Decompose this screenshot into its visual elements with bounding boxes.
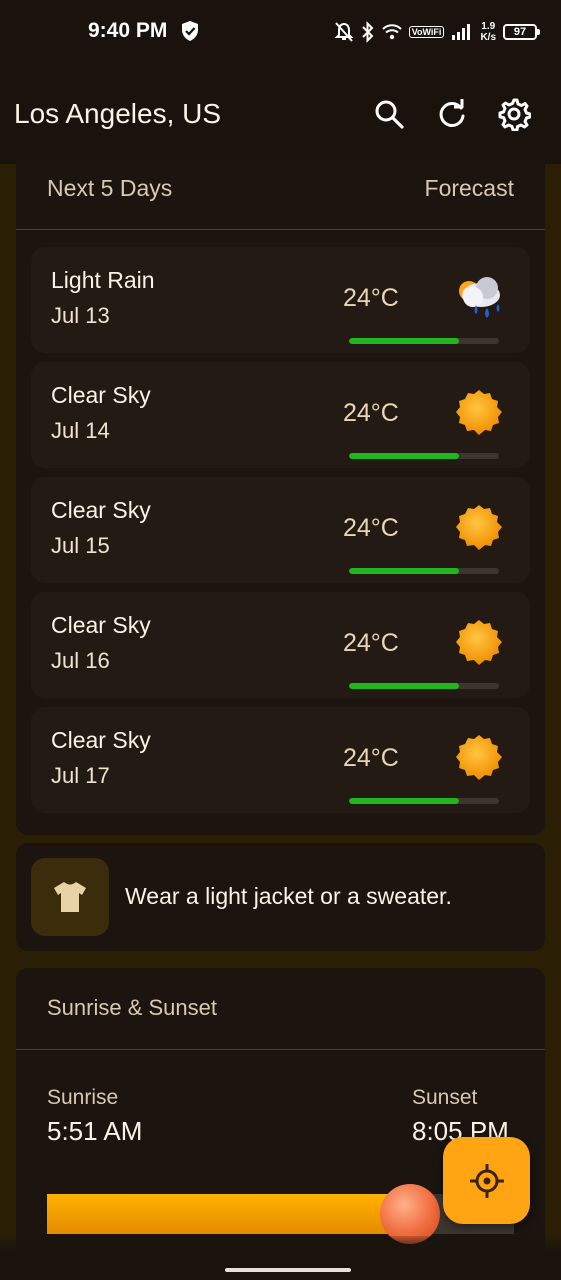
day-condition: Clear Sky (51, 382, 151, 408)
net-speed-value: 1.9 (481, 21, 496, 32)
day-date: Jul 15 (51, 533, 110, 558)
current-location-button[interactable] (443, 1137, 530, 1224)
day-temperature: 24°C (343, 744, 399, 772)
city-title: Los Angeles, US (14, 98, 222, 129)
sunset-label: Sunset (412, 1086, 478, 1109)
forecast-day-row[interactable]: Clear Sky Jul 14 24°C (31, 362, 530, 468)
refresh-button[interactable] (434, 96, 470, 132)
temperature-bar-fill (349, 338, 459, 344)
net-speed-unit: K/s (480, 32, 496, 43)
signal-icon (452, 24, 471, 40)
forecast-divider (16, 229, 545, 230)
day-date: Jul 14 (51, 418, 110, 443)
weather-screen: 9:40 PM VoWiFi 1.9 K/s 97 Los Angeles, U… (0, 0, 561, 1280)
forecast-day-row[interactable]: Clear Sky Jul 16 24°C (31, 592, 530, 698)
gear-icon (498, 98, 531, 131)
forecast-day-row[interactable]: Light Rain Jul 13 24°C (31, 247, 530, 353)
day-condition: Clear Sky (51, 612, 151, 638)
status-icons: VoWiFi 1.9 K/s 97 (334, 16, 540, 48)
temperature-bar-fill (349, 568, 459, 574)
mute-bell-icon (334, 22, 354, 42)
day-temperature: 24°C (343, 399, 399, 427)
sun-icon (456, 735, 502, 780)
system-nav-bar (0, 1236, 561, 1280)
day-temperature: 24°C (343, 629, 399, 657)
forecast-day-row[interactable]: Clear Sky Jul 15 24°C (31, 477, 530, 583)
net-speed: 1.9 K/s (480, 21, 496, 43)
wifi-icon (381, 24, 402, 40)
status-bar: 9:40 PM VoWiFi 1.9 K/s 97 (0, 0, 561, 64)
temperature-bar (349, 683, 499, 689)
settings-button[interactable] (496, 96, 532, 132)
day-condition: Clear Sky (51, 727, 151, 753)
temperature-bar-fill (349, 453, 459, 459)
tshirt-icon (54, 882, 86, 912)
tip-icon-box (31, 858, 109, 936)
sunrise-label: Sunrise (47, 1086, 119, 1109)
search-button[interactable] (371, 96, 407, 132)
forecast-card: Next 5 Days Forecast Light Rain Jul 13 2… (16, 160, 545, 835)
day-date: Jul 17 (51, 763, 110, 788)
temperature-bar (349, 568, 499, 574)
home-gesture-handle[interactable] (225, 1268, 351, 1272)
battery-icon: 97 (503, 24, 540, 40)
day-condition: Clear Sky (51, 497, 151, 523)
sun-icon (456, 620, 502, 665)
sun-card-title: Sunrise & Sunset (47, 995, 217, 1020)
status-time: 9:40 PM (88, 19, 168, 42)
temperature-bar-fill (349, 683, 459, 689)
crosshair-location-icon (469, 1163, 504, 1198)
shield-check-icon (182, 21, 198, 41)
sun-position-marker (380, 1184, 440, 1244)
temperature-bar (349, 798, 499, 804)
forecast-title: Next 5 Days (47, 175, 173, 201)
bluetooth-icon (361, 21, 374, 43)
temperature-bar (349, 453, 499, 459)
day-date: Jul 13 (51, 303, 110, 328)
day-temperature: 24°C (343, 284, 399, 312)
refresh-icon (439, 99, 465, 127)
app-bar: Los Angeles, US (0, 64, 561, 164)
temperature-bar (349, 338, 499, 344)
sunrise-time: 5:51 AM (47, 1116, 143, 1146)
day-temperature: 24°C (343, 514, 399, 542)
clothing-tip-text: Wear a light jacket or a sweater. (125, 883, 452, 909)
day-condition: Light Rain (51, 267, 155, 293)
rain-cloud-icon (459, 277, 500, 318)
vowifi-badge: VoWiFi (408, 26, 445, 38)
temperature-bar-fill (349, 798, 459, 804)
forecast-subtitle: Forecast (424, 175, 514, 201)
day-date: Jul 16 (51, 648, 110, 673)
sun-icon (456, 505, 502, 550)
sun-divider (16, 1049, 545, 1050)
sun-progress-fill (47, 1194, 421, 1234)
search-icon (375, 100, 404, 129)
forecast-day-row[interactable]: Clear Sky Jul 17 24°C (31, 707, 530, 813)
clothing-tip-card: Wear a light jacket or a sweater. (16, 843, 545, 951)
sun-icon (456, 390, 502, 435)
